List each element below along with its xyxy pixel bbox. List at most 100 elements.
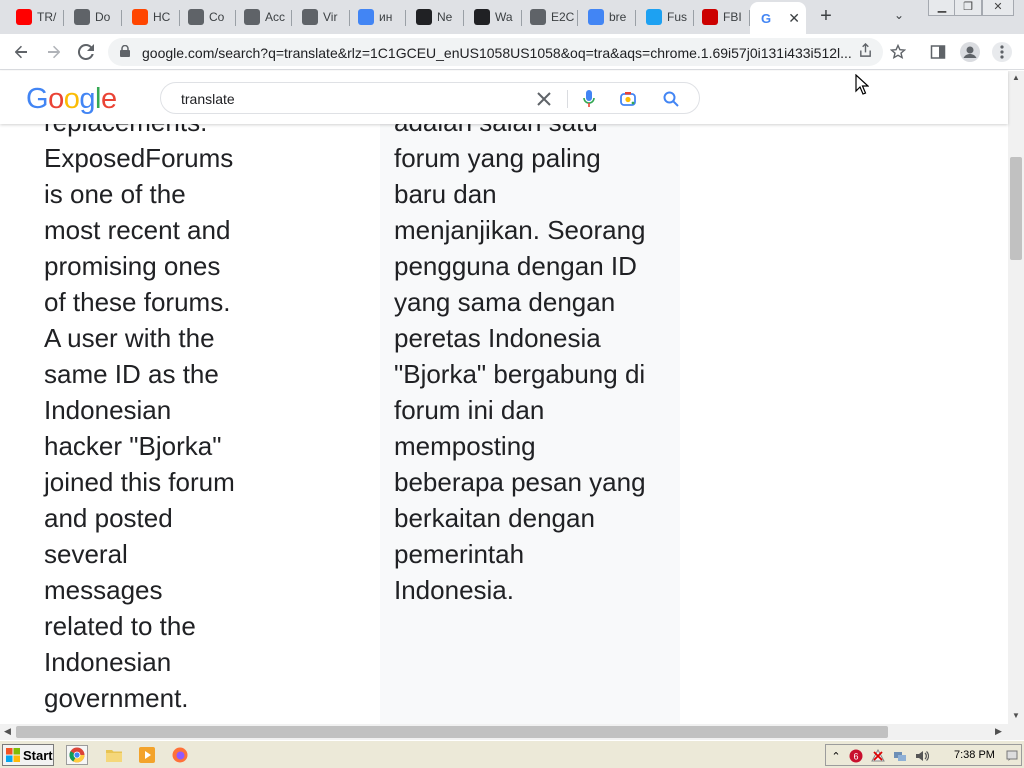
clear-search-icon[interactable] [534, 89, 554, 109]
tab-separator [121, 10, 122, 26]
show-hidden-icons[interactable]: ⌃ [828, 748, 844, 764]
security-warning-icon[interactable] [870, 748, 886, 764]
firefox-icon[interactable] [169, 745, 191, 765]
profile-avatar-icon[interactable] [960, 42, 980, 62]
tab-1[interactable]: Do [66, 4, 122, 30]
back-button[interactable] [9, 40, 33, 64]
text-line: is one of the [44, 179, 186, 209]
text-line: hacker "Bjorka" [44, 431, 222, 461]
address-bar[interactable]: google.com/search?q=translate&rlz=1C1GCE… [108, 38, 883, 66]
windows-flag-icon [6, 748, 20, 762]
file-explorer-icon[interactable] [103, 745, 125, 765]
logo-letter: o [48, 83, 64, 115]
side-panel-icon[interactable] [928, 42, 948, 62]
spy-icon [188, 9, 204, 25]
reload-button[interactable] [74, 40, 98, 64]
scroll-down-arrow-icon[interactable]: ▼ [1012, 711, 1020, 720]
search-box[interactable]: translate [160, 82, 700, 114]
browser-toolbar: google.com/search?q=translate&rlz=1C1GCE… [0, 34, 1024, 70]
tab-7[interactable]: Ne [408, 4, 464, 30]
tab-11[interactable]: Fus [638, 4, 694, 30]
share-icon[interactable] [856, 42, 874, 61]
text-line: peretas Indonesia [394, 323, 601, 353]
search-magnifier-icon[interactable] [661, 89, 681, 109]
text-line: most recent and [44, 215, 231, 245]
text-line: several [44, 539, 128, 569]
tab-2[interactable]: HC [124, 4, 180, 30]
text-line: beberapa pesan yang [394, 467, 646, 497]
minimize-button[interactable]: ▁ [928, 0, 956, 16]
text-line: Indonesian [44, 395, 172, 425]
tab-label: Wa [495, 10, 513, 24]
search-divider [567, 90, 568, 108]
tab-label: FBI [723, 10, 742, 24]
search-input[interactable]: translate [181, 91, 235, 107]
cnn-icon [702, 9, 718, 25]
bookmark-star-icon[interactable] [888, 42, 908, 62]
scroll-left-arrow-icon[interactable]: ◀ [4, 726, 11, 737]
text-line: Indonesia. [394, 575, 514, 605]
media-player-icon[interactable] [136, 745, 158, 765]
tab-search-icon[interactable]: ⌄ [894, 8, 904, 22]
tab-4[interactable]: Acc [236, 4, 292, 30]
tab-12[interactable]: FBI [694, 4, 750, 30]
horizontal-scrollbar[interactable]: ◀ ▶ [0, 724, 1008, 740]
tab-label: Acc [265, 10, 286, 24]
tab-6[interactable]: ин [350, 4, 406, 30]
tab-separator [405, 10, 406, 26]
tab-5[interactable]: Vir [294, 4, 350, 30]
page-content: replacements.ExposedForumsis one of them… [0, 71, 1008, 724]
globe-icon [530, 9, 546, 25]
globe-icon [74, 9, 90, 25]
vertical-scrollbar[interactable]: ▲ ▼ [1008, 71, 1024, 724]
reddit-icon [132, 9, 148, 25]
tab-8[interactable]: Wa [466, 4, 522, 30]
tab-active-google[interactable]: G ✕ [750, 2, 806, 34]
text-line: related to the [44, 611, 196, 641]
tab-label: Co [209, 10, 225, 24]
logo-letter: o [63, 83, 80, 115]
chrome-taskbar-icon[interactable] [66, 745, 88, 765]
translation-source-text: replacements.ExposedForumsis one of them… [44, 104, 235, 716]
text-line: same ID as the [44, 359, 219, 389]
tab-0[interactable]: TR/ [8, 4, 64, 30]
google-logo[interactable]: Google [26, 83, 117, 116]
new-tab-button[interactable]: + [815, 6, 837, 28]
globe-icon [302, 9, 318, 25]
google-icon: G [758, 10, 774, 26]
action-center-icon[interactable] [1004, 748, 1020, 764]
text-line: "Bjorka" bergabung di [394, 359, 646, 389]
network-icon[interactable] [892, 748, 908, 764]
google-icon [358, 9, 374, 25]
volume-icon[interactable] [914, 748, 930, 764]
text-line: Indonesian [44, 647, 172, 677]
antivirus-icon[interactable]: 6 [848, 748, 864, 764]
text-line: joined this forum [44, 467, 235, 497]
start-button[interactable]: Start [2, 744, 54, 766]
lens-camera-icon[interactable] [618, 89, 638, 109]
logo-letter: e [100, 83, 117, 115]
close-tab-icon[interactable]: ✕ [788, 10, 800, 27]
forward-button[interactable] [42, 40, 66, 64]
twitter-icon [646, 9, 662, 25]
scroll-up-arrow-icon[interactable]: ▲ [1012, 73, 1020, 82]
tab-10[interactable]: bre [580, 4, 636, 30]
horizontal-scroll-thumb[interactable] [16, 726, 888, 738]
tab-label: Ne [437, 10, 453, 24]
mouse-cursor-icon [855, 74, 869, 95]
github-icon [416, 9, 432, 25]
tab-9[interactable]: E2C [522, 4, 578, 30]
vertical-scroll-thumb[interactable] [1010, 157, 1022, 260]
close-window-button[interactable]: ✕ [982, 0, 1014, 16]
menu-kebab-icon[interactable] [992, 42, 1012, 62]
tab-separator [63, 10, 64, 26]
text-line: forum yang paling [394, 143, 601, 173]
url-text[interactable]: google.com/search?q=translate&rlz=1C1GCE… [142, 45, 852, 61]
lock-icon[interactable] [120, 45, 130, 57]
tab-3[interactable]: Co [180, 4, 236, 30]
restore-button[interactable]: ❐ [954, 0, 982, 16]
scroll-right-arrow-icon[interactable]: ▶ [995, 726, 1002, 737]
taskbar-clock[interactable]: 7:38 PM [954, 749, 995, 761]
translation-target-text: adalah salah satuforum yang palingbaru d… [394, 104, 646, 608]
microphone-icon[interactable] [579, 89, 599, 109]
